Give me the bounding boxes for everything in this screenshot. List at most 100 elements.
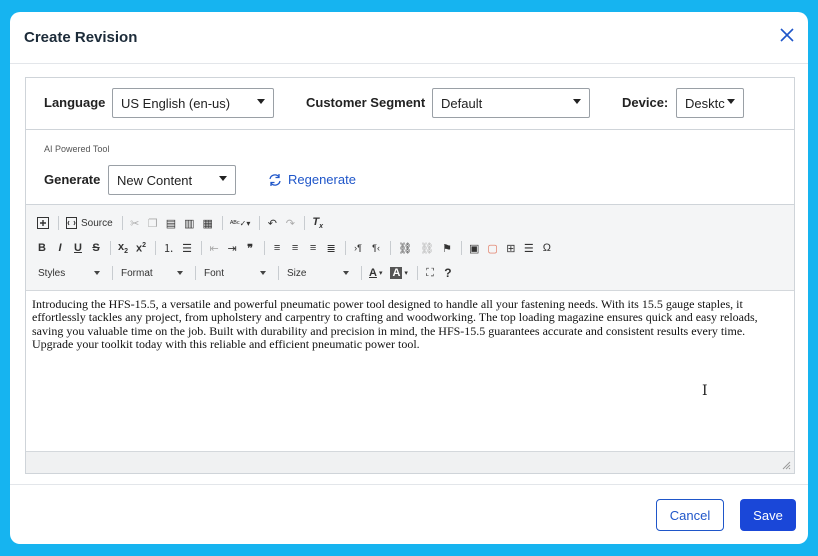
rtl-button[interactable]: ¶‹ xyxy=(368,239,384,257)
align-left-button[interactable]: ≡ xyxy=(269,239,285,257)
underline-button[interactable]: U xyxy=(70,239,86,257)
size-combo[interactable]: Size xyxy=(283,264,353,282)
bulleted-list-button[interactable]: ☰ xyxy=(179,239,195,257)
undo-button[interactable]: ↶ xyxy=(264,214,280,232)
strikethrough-button[interactable]: S xyxy=(88,239,104,257)
editor-toolbar: Source ✂ ❐ ▤ ▥ ▦ ᴬᴮᶜ✓▾ ↶ ↷ Tx B I U S x2… xyxy=(26,205,794,291)
clipboard-word-icon: ▦ xyxy=(202,217,213,230)
maximize-button[interactable]: ⛶ xyxy=(422,264,438,282)
toolbar-separator xyxy=(278,266,279,280)
background-color-button[interactable]: A ▾ xyxy=(387,264,410,282)
toolbar-separator xyxy=(390,241,392,255)
italic-icon: I xyxy=(58,242,62,254)
language-label: Language xyxy=(44,95,106,110)
modal-header: Create Revision xyxy=(10,12,808,64)
chevron-down-icon xyxy=(260,271,266,275)
special-char-button[interactable]: Ω xyxy=(539,239,555,257)
size-label: Size xyxy=(287,267,307,279)
toolbar-separator xyxy=(345,241,347,255)
language-value: US English (en-us) xyxy=(121,96,231,111)
paste-text-button[interactable]: ▥ xyxy=(181,214,197,232)
cut-button[interactable]: ✂ xyxy=(127,214,143,232)
align-center-button[interactable]: ≡ xyxy=(287,239,303,257)
generate-select[interactable]: New Content xyxy=(108,165,236,195)
outdent-button[interactable]: ⇤ xyxy=(206,239,222,257)
toolbar-separator xyxy=(155,241,157,255)
bold-button[interactable]: B xyxy=(34,239,50,257)
text-color-button[interactable]: A ▾ xyxy=(366,264,385,282)
close-button[interactable] xyxy=(776,24,798,46)
editor-content[interactable]: Introducing the HFS-15.5, a versatile an… xyxy=(26,291,794,451)
format-combo[interactable]: Format xyxy=(117,264,187,282)
anchor-button[interactable]: ⚑ xyxy=(439,239,455,257)
rich-text-editor: Source ✂ ❐ ▤ ▥ ▦ ᴬᴮᶜ✓▾ ↶ ↷ Tx B I U S x2… xyxy=(26,205,794,473)
bulleted-list-icon: ☰ xyxy=(182,242,192,255)
toolbar-separator xyxy=(112,266,113,280)
text-color-icon: A xyxy=(369,267,377,279)
paste-button[interactable]: ▤ xyxy=(163,214,179,232)
blockquote-button[interactable]: ❞ xyxy=(242,239,258,257)
copy-button[interactable]: ❐ xyxy=(145,214,161,232)
source-button[interactable]: Source xyxy=(63,214,116,232)
ltr-button[interactable]: ›¶ xyxy=(350,239,366,257)
insert-block-button[interactable] xyxy=(34,214,52,232)
remove-format-icon: Tx xyxy=(312,215,324,231)
flash-icon: ▢ xyxy=(487,242,498,255)
plus-box-icon xyxy=(37,217,49,229)
paste-word-button[interactable]: ▦ xyxy=(200,214,216,232)
device-label: Device: xyxy=(622,95,669,110)
toolbar-separator xyxy=(304,216,306,230)
undo-icon: ↶ xyxy=(267,217,278,230)
table-button[interactable]: ⊞ xyxy=(503,239,519,257)
toolbar-separator xyxy=(416,266,418,280)
superscript-icon: x2 xyxy=(136,241,147,255)
image-button[interactable]: ▣ xyxy=(466,239,482,257)
align-left-icon: ≡ xyxy=(273,242,281,254)
text-cursor-icon: I xyxy=(702,383,708,399)
outdent-icon: ⇤ xyxy=(209,242,219,255)
scissors-icon: ✂ xyxy=(130,217,140,230)
numbered-list-button[interactable]: ⒈ xyxy=(160,239,177,257)
indent-button[interactable]: ⇥ xyxy=(224,239,240,257)
toolbar-separator xyxy=(195,266,196,280)
customer-segment-label: Customer Segment xyxy=(306,95,426,110)
table-icon: ⊞ xyxy=(506,242,516,255)
bold-icon: B xyxy=(38,242,46,254)
numbered-list-icon: ⒈ xyxy=(163,243,175,255)
subscript-button[interactable]: x2 xyxy=(115,239,131,257)
save-button[interactable]: Save xyxy=(740,499,796,531)
language-select[interactable]: US English (en-us) xyxy=(112,88,274,118)
spellcheck-button[interactable]: ᴬᴮᶜ✓▾ xyxy=(227,214,254,232)
redo-button[interactable]: ↷ xyxy=(282,214,298,232)
superscript-button[interactable]: x2 xyxy=(133,239,149,257)
flash-button[interactable]: ▢ xyxy=(484,239,500,257)
filter-row: Language US English (en-us) Customer Seg… xyxy=(26,78,794,130)
justify-icon: ≣ xyxy=(326,242,336,255)
remove-format-button[interactable]: Tx xyxy=(309,214,326,232)
italic-button[interactable]: I xyxy=(52,239,68,257)
help-button[interactable]: ? xyxy=(440,264,456,282)
regenerate-button[interactable]: Regenerate xyxy=(268,172,356,187)
ai-tool-label: AI Powered Tool xyxy=(44,144,110,154)
styles-combo[interactable]: Styles xyxy=(34,264,104,282)
text-direction-rtl-icon: ¶‹ xyxy=(372,243,380,253)
horizontal-rule-button[interactable]: ☰ xyxy=(521,239,537,257)
unlink-icon: ⛓ xyxy=(420,242,434,255)
font-label: Font xyxy=(204,267,225,279)
toolbar-separator xyxy=(121,216,123,230)
justify-button[interactable]: ≣ xyxy=(323,239,339,257)
toolbar-separator xyxy=(58,216,59,230)
font-combo[interactable]: Font xyxy=(200,264,270,282)
chevron-down-icon xyxy=(94,271,100,275)
cancel-button[interactable]: Cancel xyxy=(656,499,724,531)
customer-segment-select[interactable]: Default xyxy=(432,88,590,118)
align-right-icon: ≡ xyxy=(309,242,317,254)
device-select[interactable]: Desktc xyxy=(676,88,744,118)
revision-panel: Language US English (en-us) Customer Seg… xyxy=(25,77,795,474)
link-button[interactable]: ⛓ xyxy=(395,239,415,257)
toolbar-separator xyxy=(259,216,261,230)
help-label: ? xyxy=(444,266,452,280)
resize-handle-icon[interactable] xyxy=(781,460,791,470)
unlink-button[interactable]: ⛓ xyxy=(417,239,437,257)
align-right-button[interactable]: ≡ xyxy=(305,239,321,257)
